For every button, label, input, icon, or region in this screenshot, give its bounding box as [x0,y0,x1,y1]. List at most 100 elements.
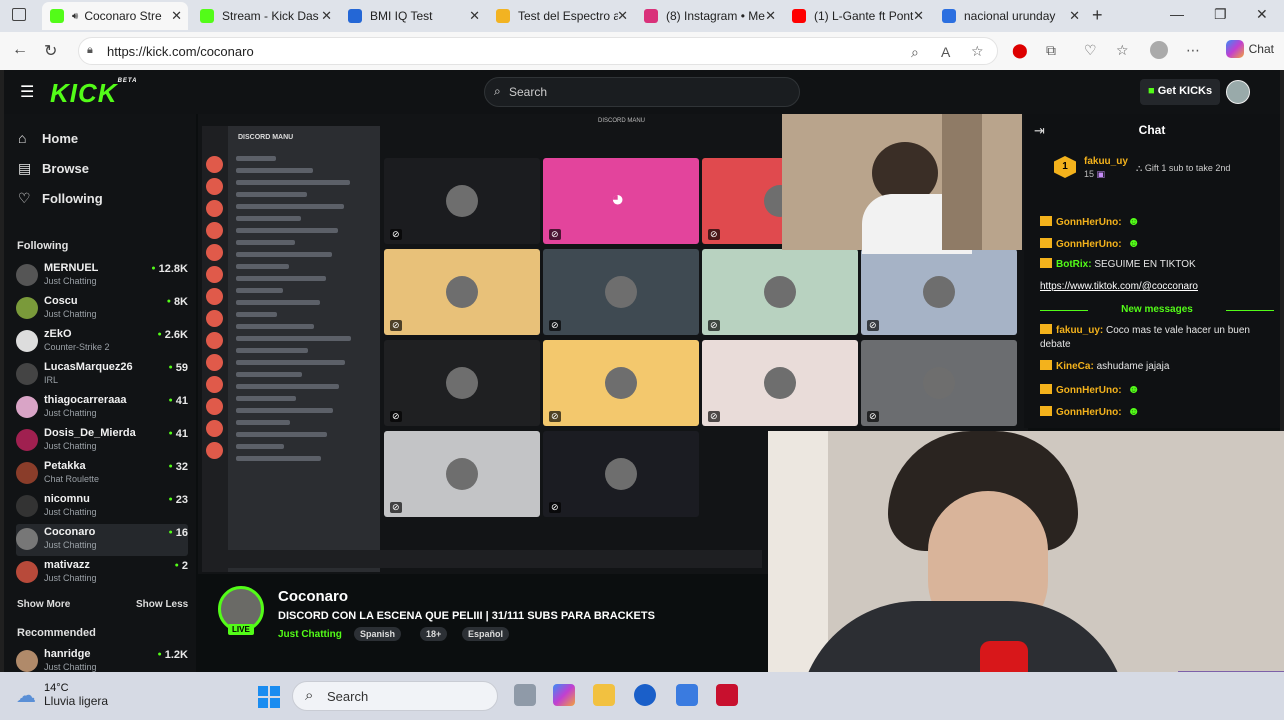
browser-tab[interactable]: Stream - Kick Das ✕ [192,2,338,30]
channel-item-coscu[interactable]: Coscu Just Chatting 8K [16,293,188,325]
discord-channel-row [236,408,333,413]
channel-avatar [16,363,38,385]
stream-tag[interactable]: Español [462,627,510,641]
channel-item-mativazz[interactable]: mativazz Just Chatting 2 [16,557,188,589]
kick-logo[interactable]: KICKBETA [50,78,137,109]
close-tab-icon[interactable]: ✕ [617,8,628,24]
taskbar-search[interactable]: ⌕ Search [292,681,498,711]
chat-text [1122,385,1125,396]
task-view-icon[interactable] [514,684,536,706]
chat-username[interactable]: GonnHerUno: [1056,385,1122,396]
close-tab-icon[interactable]: ✕ [913,8,924,24]
channel-item-thiagocarreraaa[interactable]: thiagocarreraaa Just Chatting 41 [16,392,188,424]
viewer-count: 59 [169,362,188,374]
show-more-button[interactable]: Show More [17,599,70,610]
channel-item-mernuel[interactable]: MERNUEL Just Chatting 12.8K [16,260,188,292]
menu-icon[interactable]: ☰ [20,82,34,102]
hp-icon[interactable] [634,684,656,706]
muted-mic-icon: ⊘ [390,502,402,513]
store-icon[interactable] [676,684,698,706]
pinned-username[interactable]: fakuu_uy [1084,156,1128,167]
chat-message: fakuu_uy: Coco mas te vale hacer un buen… [1040,324,1274,352]
emote-icon: ☻ [1127,214,1140,228]
refresh-icon[interactable]: ↻ [44,41,57,61]
favorites-icon[interactable]: ☆ [1116,42,1129,59]
maximize-button[interactable]: ❐ [1214,6,1227,23]
new-messages-divider[interactable]: New messages [1040,304,1274,315]
profile-icon[interactable] [1150,41,1168,59]
close-tab-icon[interactable]: ✕ [765,8,776,24]
muted-mic-icon: ⊘ [390,411,402,422]
channel-category: Just Chatting [44,573,97,583]
speaker-icon[interactable]: 🔊︎ [72,11,78,22]
channel-name: zEkO [44,328,72,340]
close-tab-icon[interactable]: ✕ [469,8,480,24]
stream-info: LIVE Coconaro DISCORD CON LA ESCENA QUE … [214,582,774,662]
url-field[interactable]: 🔒︎ https://kick.com/coconaro ⌕ A ☆ [78,37,998,65]
browser-tab[interactable]: Test del Espectro a ✕ [488,2,634,30]
search-input[interactable]: ⌕ Search [484,77,800,107]
extensions-icon[interactable]: ⧉ [1046,42,1056,59]
close-tab-icon[interactable]: ✕ [1069,8,1080,24]
streamer-name[interactable]: Coconaro [278,588,348,605]
chat-username[interactable]: KineCa: [1056,361,1094,372]
channel-item-lucasmarquez26[interactable]: LucasMarquez26 IRL 59 [16,359,188,391]
tab-actions-icon[interactable] [12,8,26,21]
file-explorer-icon[interactable] [593,684,615,706]
iq-icon [348,9,362,23]
new-tab-button[interactable]: + [1092,5,1103,26]
user-avatar[interactable] [1226,80,1250,104]
muted-mic-icon: ⊘ [549,502,561,513]
mcafee-icon[interactable] [716,684,738,706]
weather-widget[interactable]: ☁ 14°C Lluvia ligera [16,682,108,708]
browser-tab[interactable]: (8) Instagram • Me ✕ [636,2,782,30]
chat-message: BotRix: SEGUIME EN TIKTOK [1040,258,1274,272]
channel-item-zeko[interactable]: zEkO Counter-Strike 2 2.6K [16,326,188,358]
zoom-icon[interactable]: ⌕ [911,44,919,61]
browser-tab[interactable]: (1) L-Gante ft Pont ✕ [784,2,930,30]
channel-item-dosis_de_mierda[interactable]: Dosis_De_Mierda Just Chatting 41 [16,425,188,457]
get-kicks-button[interactable]: ■ Get KICKs [1140,79,1221,105]
tiktok-link[interactable]: https://www.tiktok.com/@cocconaro [1040,281,1198,292]
chat-username[interactable]: fakuu_uy: [1056,325,1103,336]
gift-prompt[interactable]: ⛬ Gift 1 sub to take 2nd [1136,163,1230,174]
favorite-star-icon[interactable]: ☆ [971,43,984,60]
chat-username[interactable]: GonnHerUno: [1056,407,1122,418]
chat-username[interactable]: GonnHerUno: [1056,239,1122,250]
channel-item-nicomnu[interactable]: nicomnu Just Chatting 23 [16,491,188,523]
copilot-icon[interactable] [553,684,575,706]
nav-browse[interactable]: ▤ Browse [18,160,89,177]
stream-tag[interactable]: 18+ [420,627,448,641]
pinned-gift-banner[interactable]: 1 fakuu_uy 15 ▣ ⛬ Gift 1 sub to take 2nd [1054,154,1274,184]
close-tab-icon[interactable]: ✕ [171,8,182,24]
nav-following[interactable]: ♡ Following [18,190,103,207]
browser-tab[interactable]: BMI IQ Test ✕ [340,2,486,30]
chat-text [1122,407,1125,418]
minimize-button[interactable]: — [1170,6,1184,22]
channel-item-coconaro[interactable]: Coconaro Just Chatting 16 [16,524,188,556]
channel-item-petakka[interactable]: Petakka Chat Roulette 32 [16,458,188,490]
close-window-button[interactable]: ✕ [1256,6,1268,23]
browser-tab[interactable]: nacional urunday ✕ [934,2,1086,30]
sidebar: ⌂ Home ▤ Browse ♡ Following Following MERNUEL… [4,114,196,672]
background-door [942,114,982,250]
more-options-icon[interactable]: ⋯ [1186,42,1200,59]
discord-channel-row [236,180,350,185]
browser-tab[interactable]: 🔊︎ Coconaro Stre ✕ [42,2,188,30]
windows-start-icon[interactable] [258,686,280,708]
back-icon[interactable]: ← [12,41,28,59]
chat-username[interactable]: GonnHerUno: [1056,217,1122,228]
adblock-icon[interactable]: ⬤ [1012,42,1028,59]
read-aloud-icon[interactable]: A [941,44,950,60]
stream-category[interactable]: Just Chatting [278,629,342,640]
chat-username[interactable]: BotRix: [1056,259,1092,270]
sub-badge-icon [1040,406,1052,416]
browser-essentials-icon[interactable]: ♡ [1084,42,1097,59]
channel-item-hanridge[interactable]: hanridge Just Chatting 1.2K [16,646,188,672]
close-tab-icon[interactable]: ✕ [321,8,332,24]
chat-link[interactable]: https://www.tiktok.com/@cocconaro [1040,280,1274,294]
stream-tag[interactable]: Spanish [354,627,402,641]
nav-home[interactable]: ⌂ Home [18,130,78,146]
copilot-chat-button[interactable]: Chat [1225,40,1274,58]
show-less-button[interactable]: Show Less [136,599,188,610]
